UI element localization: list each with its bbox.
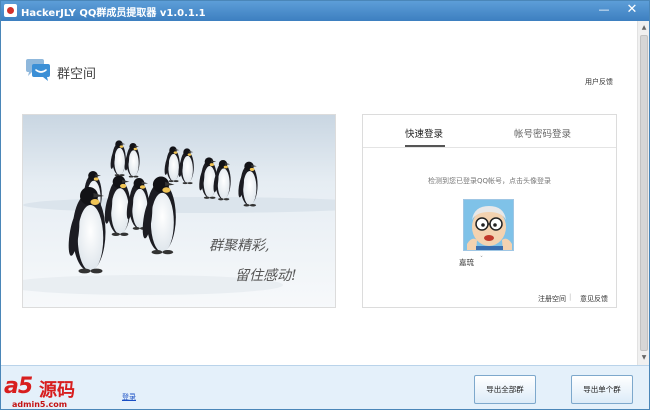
login-panel: 快速登录 帐号密码登录 检测到您已登录QQ帐号，点击头像登录 嘉琉 ˇ 注册空间… <box>362 114 617 308</box>
app-icon <box>4 4 17 17</box>
link-separator: | <box>569 293 572 301</box>
tab-account-password-login[interactable]: 帐号密码登录 <box>514 126 571 140</box>
watermark-brand: a5 <box>4 374 33 399</box>
login-link[interactable]: 登录 <box>122 392 136 402</box>
chevron-down-icon[interactable]: ˇ <box>480 256 483 263</box>
feedback-link[interactable]: 意见反馈 <box>580 294 608 304</box>
window-title: HackerJLY QQ群成员提取器 v1.0.1.1 <box>21 8 206 19</box>
user-feedback-link[interactable]: 用户反馈 <box>585 77 613 87</box>
watermark-url: admin5.com <box>12 400 68 409</box>
chat-bubble-icon <box>26 59 50 81</box>
watermark-cn-text: 源码 <box>39 380 75 401</box>
footer-bar: a5 源码 admin5.com 登录 导出全部群 导出单个群 <box>1 365 649 409</box>
tab-divider <box>363 147 616 148</box>
app-window: HackerJLY QQ群成员提取器 v1.0.1.1 — ✕ ▲ ▼ 群空间 … <box>0 0 650 410</box>
banner-line-1: 群聚精彩, <box>209 238 269 254</box>
minimize-button[interactable]: — <box>595 2 613 18</box>
login-hint: 检测到您已登录QQ帐号，点击头像登录 <box>427 177 552 185</box>
register-space-link[interactable]: 注册空间 <box>538 294 566 304</box>
app-logo-text: 群空间 <box>57 67 97 82</box>
banner-image: 群聚精彩, 留住感动! <box>22 114 336 308</box>
cartoon-avatar-icon <box>464 200 513 250</box>
close-button[interactable]: ✕ <box>623 2 641 18</box>
title-bar[interactable]: HackerJLY QQ群成员提取器 v1.0.1.1 — ✕ <box>1 1 649 21</box>
scroll-up-icon[interactable]: ▲ <box>639 23 649 33</box>
export-all-groups-button[interactable]: 导出全部群 <box>474 375 536 404</box>
export-single-group-button[interactable]: 导出单个群 <box>571 375 633 404</box>
scroll-thumb[interactable] <box>640 35 648 351</box>
watermark-logo: a5 源码 admin5.com <box>1 368 109 409</box>
scroll-down-icon[interactable]: ▼ <box>639 353 649 363</box>
vertical-scrollbar[interactable]: ▲ ▼ <box>637 21 649 365</box>
penguins-illustration: 群聚精彩, 留住感动! <box>23 115 335 307</box>
user-avatar[interactable] <box>463 199 514 251</box>
user-name[interactable]: 嘉琉 <box>459 257 474 268</box>
banner-line-2: 留住感动! <box>235 268 297 284</box>
tab-quick-login[interactable]: 快速登录 <box>405 126 443 140</box>
